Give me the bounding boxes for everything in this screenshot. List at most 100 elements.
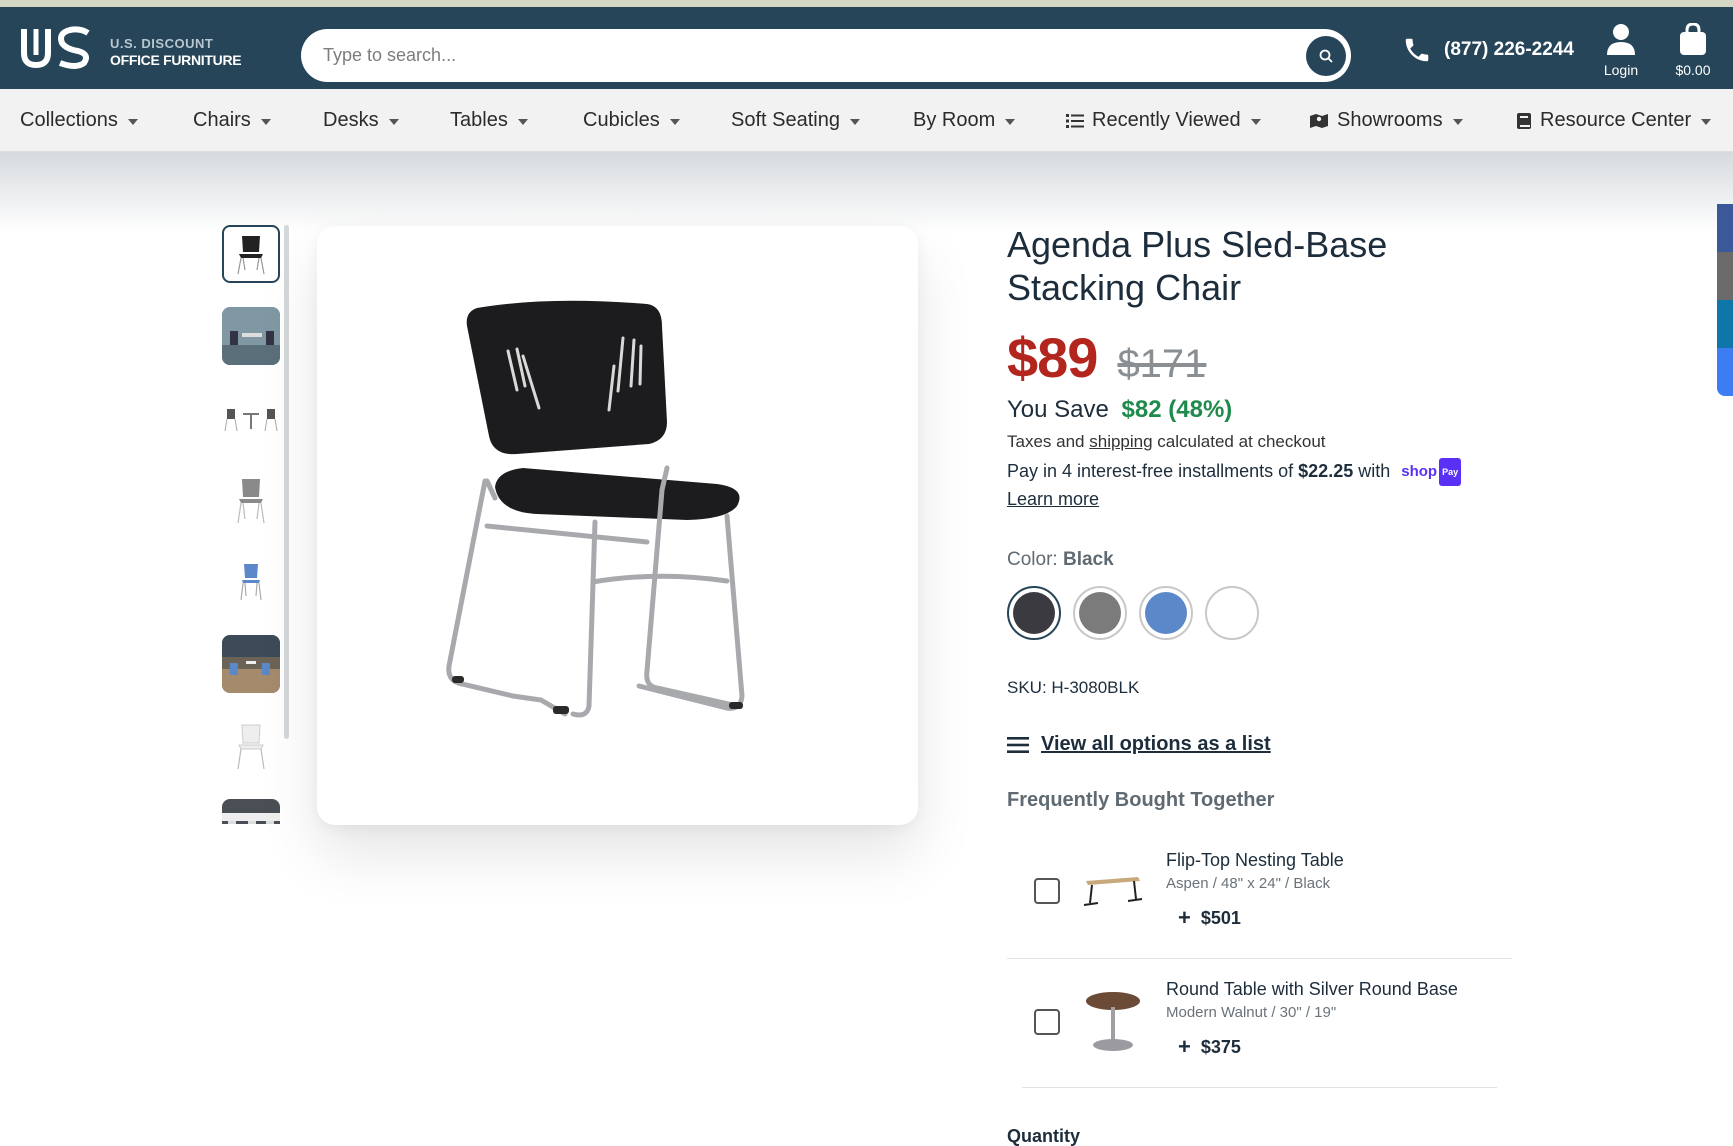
thumbnail-scrollbar[interactable] (284, 225, 289, 739)
caret-down-icon (1005, 118, 1016, 125)
login-label: Login (1603, 62, 1639, 78)
nav-chairs[interactable]: Chairs (193, 89, 271, 152)
swatch-blue[interactable] (1139, 586, 1193, 641)
search-icon (1319, 49, 1333, 63)
fbt-item: Round Table with Silver Round Base Moder… (1022, 959, 1497, 1089)
main-nav: Collections Chairs Desks Tables Cubicles… (0, 89, 1733, 152)
search-bar (301, 29, 1351, 82)
login-button[interactable]: Login (1591, 23, 1651, 78)
fbt-checkbox[interactable] (1034, 878, 1060, 905)
book-icon (1516, 112, 1532, 130)
shipping-link[interactable]: shipping (1089, 432, 1152, 451)
color-label-text: Color: (1007, 549, 1058, 571)
swatch-white[interactable] (1205, 586, 1259, 641)
site-header: U.S. DISCOUNT OFFICE FURNITURE (877) 226… (0, 7, 1733, 89)
installments-with: with (1358, 461, 1391, 481)
fbt-item-price: + $375 (1178, 1034, 1241, 1060)
thumbnail-chair-black[interactable] (222, 225, 280, 283)
nav-tables[interactable]: Tables (450, 89, 528, 152)
nav-label: Cubicles (583, 109, 660, 131)
search-button[interactable] (1306, 36, 1346, 76)
caret-down-icon (1452, 118, 1463, 125)
swatch-fill (1013, 592, 1055, 635)
thumbnail-chair-blue[interactable] (222, 553, 280, 611)
fbt-image-round-table (1077, 986, 1149, 1058)
share-facebook-tab[interactable] (1717, 204, 1733, 252)
fbt-item-price: + $501 (1178, 905, 1241, 931)
swatch-gray[interactable] (1073, 586, 1127, 641)
nav-showrooms[interactable]: Showrooms (1309, 89, 1463, 152)
phone-icon (1405, 38, 1429, 62)
cart-button[interactable]: $0.00 (1663, 22, 1723, 78)
product-title: Agenda Plus Sled-Base Stacking Chair (1007, 224, 1388, 308)
fbt-title: Frequently Bought Together (1007, 789, 1275, 812)
nav-by-room[interactable]: By Room (913, 89, 1016, 152)
top-stripe (0, 0, 1733, 7)
thumbnail-chair-white[interactable] (222, 717, 280, 775)
color-label: Color: Black (1007, 549, 1517, 571)
nav-label: Tables (450, 109, 508, 131)
phone-number: (877) 226-2244 (1444, 39, 1574, 60)
nav-label: Desks (323, 109, 379, 131)
fbt-item: Flip-Top Nesting Table Aspen / 48" x 24"… (1007, 830, 1512, 960)
logo-line2: OFFICE FURNITURE (110, 51, 242, 68)
nav-label: By Room (913, 109, 996, 131)
thumbnail-list (220, 223, 284, 824)
shop-pay-text: shop (1401, 463, 1438, 481)
nav-label: Showrooms (1337, 109, 1443, 131)
nav-cubicles[interactable]: Cubicles (583, 89, 680, 152)
swatch-fill (1211, 592, 1253, 635)
thumbnail-room-1[interactable] (222, 307, 280, 365)
swatch-black[interactable] (1007, 586, 1061, 641)
caret-down-icon (669, 118, 680, 125)
site-logo[interactable]: U.S. DISCOUNT OFFICE FURNITURE (20, 25, 242, 78)
share-email-tab[interactable] (1717, 252, 1733, 300)
share-messenger-tab[interactable] (1717, 348, 1733, 396)
nav-collections[interactable]: Collections (20, 89, 138, 152)
product-info: Agenda Plus Sled-Base Stacking Chair $89… (1007, 223, 1517, 1089)
logo-mark (20, 25, 96, 78)
fbt-list: Flip-Top Nesting Table Aspen / 48" x 24"… (1007, 830, 1512, 1089)
logo-line1: U.S. DISCOUNT (110, 35, 214, 51)
fbt-price-value: $501 (1200, 907, 1241, 928)
map-icon (1309, 113, 1329, 129)
installment-amount: $22.25 (1298, 461, 1354, 481)
product-sku: SKU: H-3080BLK (1007, 678, 1140, 698)
share-linkedin-tab[interactable] (1717, 300, 1733, 348)
fbt-price-value: $375 (1200, 1036, 1241, 1057)
thumbnail-room-2[interactable] (222, 635, 280, 693)
view-all-options: View all options as a list (1007, 733, 1517, 756)
plus-icon: + (1178, 905, 1191, 931)
product-main-image[interactable] (317, 226, 918, 825)
fbt-image-nesting-table (1077, 855, 1149, 927)
swatch-fill (1079, 592, 1121, 635)
fbt-item-variant: Aspen / 48" x 24" / Black (1166, 875, 1331, 893)
cart-total: $0.00 (1675, 62, 1711, 78)
search-input[interactable] (323, 29, 1283, 82)
view-all-options-link[interactable]: View all options as a list (1041, 733, 1271, 756)
stacking-chair-image (446, 300, 745, 718)
thumbnail-room-3[interactable] (222, 799, 280, 824)
fbt-item-name[interactable]: Round Table with Silver Round Base (1166, 979, 1458, 1000)
nav-recently-viewed[interactable]: Recently Viewed (1066, 89, 1261, 152)
caret-down-icon (388, 118, 399, 125)
nav-desks[interactable]: Desks (323, 89, 399, 152)
save-label: You Save (1007, 396, 1109, 423)
fbt-item-name[interactable]: Flip-Top Nesting Table (1166, 850, 1344, 871)
sale-price: $89 (1007, 326, 1098, 389)
plus-icon: + (1178, 1034, 1191, 1060)
phone-link[interactable]: (877) 226-2244 (1402, 35, 1574, 65)
fbt-checkbox[interactable] (1034, 1009, 1060, 1036)
installments-note: Pay in 4 interest-free installments of $… (1007, 458, 1517, 512)
installments-prefix: Pay in 4 interest-free installments of (1007, 461, 1294, 481)
learn-more-link[interactable]: Learn more (1007, 486, 1517, 512)
nav-label: Recently Viewed (1092, 109, 1241, 131)
thumbnail-chair-gray[interactable] (222, 471, 280, 529)
shop-pay-logo: shop Pay (1401, 458, 1462, 487)
caret-down-icon (260, 118, 271, 125)
nav-soft-seating[interactable]: Soft Seating (731, 89, 860, 152)
price-row: $89 $171 (1007, 325, 1517, 390)
thumbnail-chairs-table[interactable] (222, 389, 280, 447)
nav-resource-center[interactable]: Resource Center (1516, 89, 1712, 152)
savings-row: You Save $82 (48%) (1007, 396, 1517, 424)
